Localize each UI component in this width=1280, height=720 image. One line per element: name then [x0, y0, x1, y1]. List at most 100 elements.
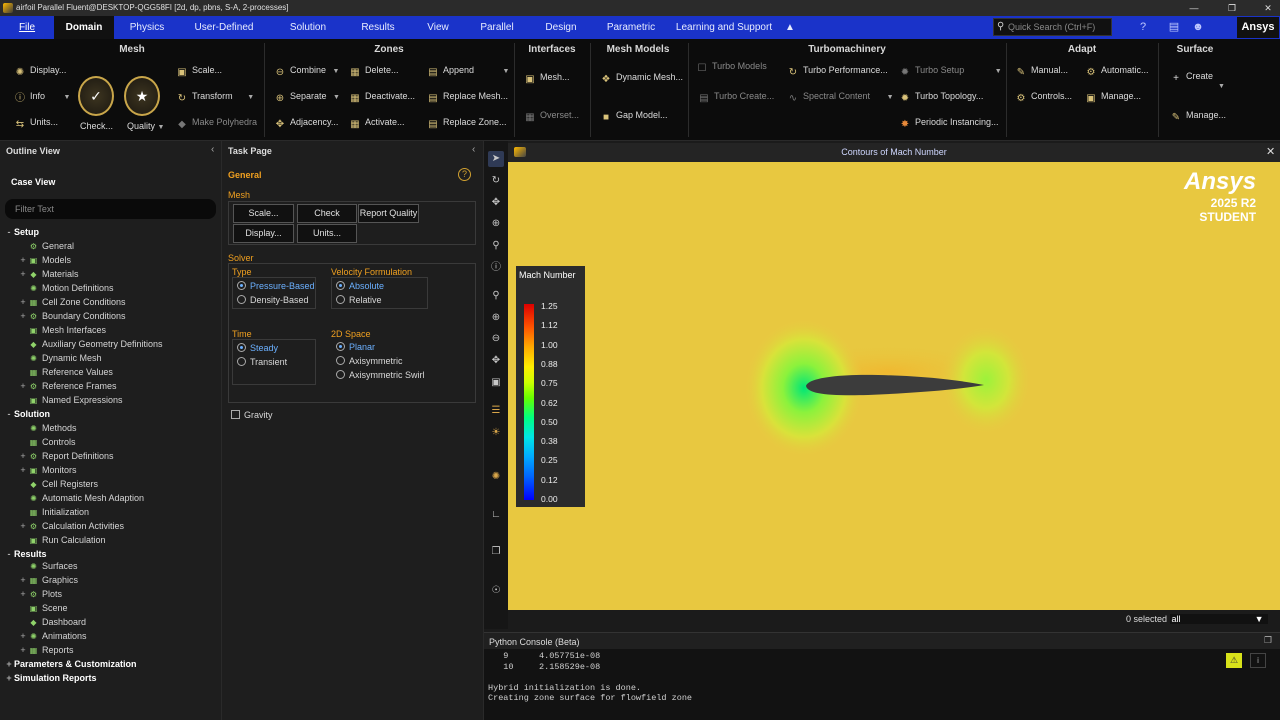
- menu-solution[interactable]: Solution: [283, 16, 333, 39]
- units-button[interactable]: Units...: [297, 224, 357, 243]
- python-console[interactable]: 9 4.057751e-08 10 2.158529e-08 Hybrid ini…: [484, 649, 1280, 720]
- mesh-transform-button[interactable]: ↻ Transform ▼: [176, 88, 254, 104]
- tree-item-solution[interactable]: - Solution: [4, 407, 51, 421]
- surface-create-button[interactable]: + Create: [1170, 68, 1213, 84]
- replace-zone-button[interactable]: ▤ Replace Zone...: [427, 114, 506, 130]
- tree-item-reference-frames[interactable]: + ⚙ Reference Frames: [18, 379, 116, 393]
- mesh-check-button[interactable]: Check...: [80, 118, 113, 134]
- steady-radio[interactable]: Steady: [237, 342, 278, 355]
- tree-item-reports[interactable]: + ▦ Reports: [18, 643, 73, 657]
- tree-item-setup[interactable]: - Setup: [4, 225, 40, 239]
- display-button[interactable]: Display...: [233, 224, 294, 243]
- menu-file[interactable]: File: [12, 16, 42, 39]
- menu-user-defined[interactable]: User-Defined: [188, 16, 260, 39]
- pointer-icon[interactable]: ➤: [488, 151, 504, 167]
- menu-design[interactable]: Design: [540, 16, 582, 39]
- adapt-automatic-button[interactable]: ⚙ Automatic...: [1085, 62, 1149, 78]
- tree-item-controls[interactable]: ▦ Controls: [18, 435, 76, 449]
- expand-icon[interactable]: +: [18, 309, 28, 323]
- turbo-performance-button[interactable]: ↻ Turbo Performance...: [787, 62, 888, 78]
- axisymmetric-swirl-radio[interactable]: Axisymmetric Swirl: [336, 369, 425, 382]
- mesh-scale-button[interactable]: ▣ Scale...: [176, 62, 222, 78]
- tree-item-scene[interactable]: ▣ Scene: [18, 601, 68, 615]
- gap-model-button[interactable]: ■ Gap Model...: [600, 107, 668, 123]
- zoom-box-icon[interactable]: ⚲: [488, 288, 504, 304]
- tree-item-graphics[interactable]: + ▦ Graphics: [18, 573, 78, 587]
- menu-domain[interactable]: Domain: [54, 16, 114, 39]
- plot-icon[interactable]: ∟: [488, 507, 504, 523]
- tree-item-cell-zone-conditions[interactable]: + ▦ Cell Zone Conditions: [18, 295, 125, 309]
- turbo-setup-button[interactable]: ✹ Turbo Setup ▼: [899, 62, 1002, 78]
- info-icon[interactable]: i: [1250, 653, 1266, 668]
- scale-button[interactable]: Scale...: [233, 204, 294, 223]
- expand-icon[interactable]: +: [4, 671, 14, 685]
- copy-icon[interactable]: ❐: [488, 544, 504, 560]
- tree-item-initialization[interactable]: ▦ Initialization: [18, 505, 89, 519]
- tree-item-surfaces[interactable]: ✺ Surfaces: [18, 559, 77, 573]
- axes-icon[interactable]: ✥: [488, 353, 504, 369]
- expand-icon[interactable]: +: [18, 449, 28, 463]
- menu-parallel[interactable]: Parallel: [475, 16, 519, 39]
- maximize-icon[interactable]: ❐: [1220, 1, 1244, 15]
- tree-item-boundary-conditions[interactable]: + ⚙ Boundary Conditions: [18, 309, 125, 323]
- interfaces-overset-button[interactable]: ▦ Overset...: [524, 107, 579, 123]
- chevron-left-icon[interactable]: ‹: [472, 144, 475, 155]
- tree-item-report-definitions[interactable]: + ⚙ Report Definitions: [18, 449, 113, 463]
- tree-item-methods[interactable]: ✺ Methods: [18, 421, 76, 435]
- console-options-icon[interactable]: ❐: [1264, 635, 1272, 646]
- turbo-models-checkbox[interactable]: ☐ Turbo Models: [696, 58, 767, 74]
- menu-parametric[interactable]: Parametric: [603, 16, 659, 39]
- dolly-icon[interactable]: ⊕: [488, 216, 504, 232]
- quick-search[interactable]: ⚲ Quick Search (Ctrl+F): [993, 18, 1112, 36]
- planar-radio[interactable]: Planar: [336, 341, 375, 354]
- chevron-left-icon[interactable]: ‹: [211, 144, 214, 155]
- menu-physics[interactable]: Physics: [124, 16, 170, 39]
- relative-radio[interactable]: Relative: [336, 294, 382, 307]
- tree-item-run-calculation[interactable]: ▣ Run Calculation: [18, 533, 106, 547]
- collapse-icon[interactable]: -: [4, 407, 14, 421]
- menu-view[interactable]: View: [422, 16, 454, 39]
- graphics-window[interactable]: Ansys 2025 R2 STUDENT Mach Number 1.25 1.…: [508, 162, 1280, 610]
- tree-item-dashboard[interactable]: ◆ Dashboard: [18, 615, 86, 629]
- mesh-quality-button[interactable]: Quality ▼: [127, 118, 164, 134]
- turbo-topology-button[interactable]: ✹ Turbo Topology...: [899, 88, 984, 104]
- layout-icon[interactable]: ▤: [1166, 19, 1182, 35]
- tree-item-dynamic-mesh[interactable]: ✺ Dynamic Mesh: [18, 351, 101, 365]
- tree-item-motion-definitions[interactable]: ✺ Motion Definitions: [18, 281, 113, 295]
- tree-item-named-expressions[interactable]: ▣ Named Expressions: [18, 393, 123, 407]
- close-icon[interactable]: ✕: [1256, 1, 1280, 15]
- zones-activate-button[interactable]: ▦ Activate...: [349, 114, 404, 130]
- rotate-icon[interactable]: ↻: [488, 173, 504, 189]
- search-input[interactable]: Quick Search (Ctrl+F): [1008, 22, 1095, 32]
- pressure-based-radio[interactable]: Pressure-Based: [237, 280, 315, 293]
- turbo-create-button[interactable]: ▤ Turbo Create...: [698, 88, 774, 104]
- tree-item-mesh-interfaces[interactable]: ▣ Mesh Interfaces: [18, 323, 106, 337]
- check-icon[interactable]: ✓: [78, 76, 114, 116]
- report-quality-button[interactable]: Report Quality: [358, 204, 419, 223]
- layers-icon[interactable]: ☰: [488, 403, 504, 419]
- absolute-radio[interactable]: Absolute: [336, 280, 384, 293]
- zoom-in-icon[interactable]: ⊕: [488, 310, 504, 326]
- surface-manage-button[interactable]: ✎ Manage...: [1170, 107, 1226, 123]
- zoom-icon[interactable]: ⚲: [488, 238, 504, 254]
- pan-icon[interactable]: ✥: [488, 195, 504, 211]
- help-icon[interactable]: ?: [1135, 19, 1151, 35]
- expand-icon[interactable]: +: [18, 253, 28, 267]
- expand-icon[interactable]: +: [18, 267, 28, 281]
- adapt-controls-button[interactable]: ⚙ Controls...: [1015, 88, 1073, 104]
- zoom-out-icon[interactable]: ⊖: [488, 331, 504, 347]
- quality-icon[interactable]: ★: [124, 76, 160, 116]
- density-based-radio[interactable]: Density-Based: [237, 294, 309, 307]
- tree-item-animations[interactable]: + ✺ Animations: [18, 629, 86, 643]
- close-icon[interactable]: ✕: [1266, 145, 1275, 158]
- replace-mesh-button[interactable]: ▤ Replace Mesh...: [427, 88, 508, 104]
- make-polyhedra-button[interactable]: ◆ Make Polyhedra: [176, 114, 257, 130]
- zones-adjacency-button[interactable]: ✥ Adjacency...: [274, 114, 339, 130]
- tree-item-reference-values[interactable]: ▦ Reference Values: [18, 365, 113, 379]
- mesh-units-button[interactable]: ⇆ Units...: [14, 114, 58, 130]
- axisymmetric-radio[interactable]: Axisymmetric: [336, 355, 403, 368]
- zones-combine-button[interactable]: ⊖ Combine ▼: [274, 62, 340, 78]
- expand-icon[interactable]: +: [18, 573, 28, 587]
- tree-item-auxiliary-geometry-definitions[interactable]: ◆ Auxiliary Geometry Definitions: [18, 337, 162, 351]
- transient-radio[interactable]: Transient: [237, 356, 287, 369]
